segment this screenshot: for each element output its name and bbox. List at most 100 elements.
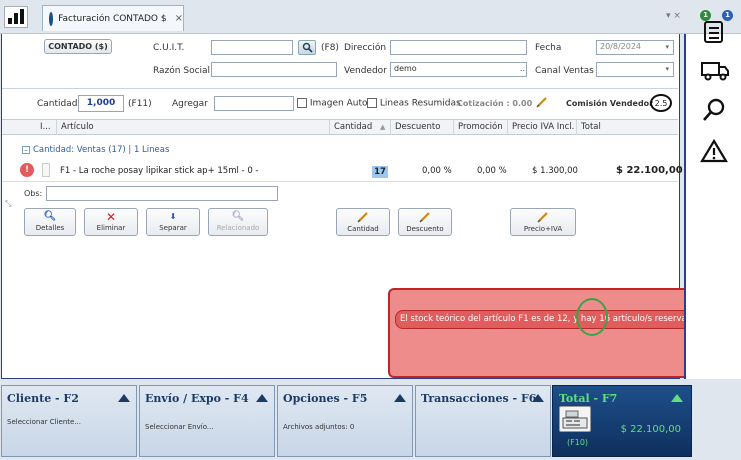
precio-iva-edit-label: Precio+IVA [523,225,563,233]
pencil-icon [537,212,548,223]
comision-vendedor-value[interactable]: 2.5 [650,94,672,112]
vendedor-value: demo [394,64,417,73]
total-panel[interactable]: Total - F7 (F10) $ 22.100,00 [552,385,692,457]
row-descuento: 0,00 % [422,166,452,176]
warning-icon[interactable]: ! [20,163,34,177]
canal-ventas-label: Canal Ventas [535,66,594,76]
expand-up-icon[interactable] [256,394,268,402]
separar-button[interactable]: ⬇ Separar [146,208,200,236]
cantidad-edit-button[interactable]: Cantidad [336,208,390,236]
direccion-label: Dirección [344,43,387,53]
thumbnail-icon [42,163,50,177]
group-label: Cantidad: Ventas (17) | 1 Lineas [33,145,170,155]
relacionado-button[interactable]: 🔍︎ Relacionado [208,208,268,236]
contado-button[interactable]: CONTADO ($) [44,39,112,54]
row-cantidad[interactable]: 17 [372,166,388,178]
row-precio: $ 1.300,00 [532,166,578,176]
group-row[interactable]: – Cantidad: Ventas (17) | 1 Lineas [22,145,169,155]
checkbox-box[interactable] [297,98,307,108]
search-cuit-button[interactable] [298,40,316,55]
collapse-icon[interactable]: – [22,146,30,154]
tab-close-icon[interactable]: × [175,13,183,24]
razon-social-label: Razón Social [153,66,211,76]
lineas-resumidas-checkbox[interactable]: Lineas Resumidas [367,98,461,109]
expand-up-icon[interactable] [394,394,406,402]
vendedor-input[interactable]: demo .. [390,62,527,77]
transacciones-panel[interactable]: Transacciones - F6 [415,385,551,457]
canal-ventas-select[interactable]: ▾ [596,62,674,77]
precio-iva-edit-button[interactable]: Precio+IVA [510,208,576,236]
tab-facturacion[interactable]: Facturación CONTADO $ × [42,5,184,31]
delete-x-icon: ✕ [105,210,117,224]
cantidad-label: Cantidad [37,99,78,109]
bar-chart-icon[interactable] [4,6,28,28]
imagen-auto-checkbox[interactable]: Imagen Auto [297,98,368,109]
divider [2,88,678,89]
total-title: Total - F7 [559,392,618,405]
col-descuento[interactable]: Descuento [390,120,440,135]
cursor-highlight [576,298,608,336]
fecha-label: Fecha [535,43,562,53]
col-total[interactable]: Total [576,120,601,135]
cuit-input[interactable] [211,40,293,55]
warning-triangle-icon[interactable] [700,138,728,169]
cliente-panel[interactable]: Cliente - F2 Seleccionar Cliente... [1,385,137,457]
checklist-icon[interactable] [700,18,726,49]
expand-up-icon[interactable] [671,394,683,402]
col-articulo[interactable]: Artículo [56,120,94,135]
opciones-sub: Archivos adjuntos: 0 [283,423,355,431]
cantidad-edit-label: Cantidad [347,225,379,233]
col-promocion[interactable]: Promoción [453,120,503,135]
cash-register-icon[interactable] [559,406,591,432]
col-icon[interactable]: I... [36,120,51,135]
fecha-picker[interactable]: 20/8/2024 ▾ [596,40,674,55]
fecha-value: 20/8/2024 [600,42,642,51]
col-cantidad[interactable]: Cantidad ▲ [329,120,389,135]
comision-vendedor-label: Comisión Vendedor [566,99,654,108]
descuento-edit-label: Descuento [406,225,444,233]
agregar-input[interactable] [214,96,294,111]
notification-badge-blue: 1 [722,10,733,21]
obs-input[interactable] [46,186,278,201]
error-message: El stock teórico del artículo F1 es de 1… [395,310,707,329]
cliente-title: Cliente - F2 [7,392,79,405]
total-value: $ 22.100,00 [620,424,681,435]
envio-title: Envío / Expo - F4 [145,392,249,405]
tab-controls[interactable]: ▾ × [666,11,681,21]
transacciones-title: Transacciones - F6 [421,392,537,405]
pencil-icon[interactable] [536,96,548,111]
f10-hint: (F10) [567,438,589,447]
chevron-down-icon: ▾ [665,43,669,51]
col-cantidad-label: Cantidad [334,122,373,132]
razon-social-input[interactable] [211,62,337,77]
notification-badge-green: 1 [700,10,711,21]
tab-title: Facturación CONTADO $ [58,13,167,24]
resize-handle-icon[interactable]: ⤡ [5,199,11,209]
lineas-resumidas-label: Lineas Resumidas [379,98,461,109]
f8-hint: (F8) [321,43,339,53]
eliminar-button[interactable]: ✕ Eliminar [84,208,138,236]
sort-up-icon: ▲ [380,123,386,131]
detalles-button[interactable]: 🔍︎ Detalles [24,208,76,236]
direccion-input[interactable] [390,40,527,55]
cotizacion-text: Cotización : 0.00 [457,99,533,108]
opciones-panel[interactable]: Opciones - F5 Archivos adjuntos: 0 [277,385,413,457]
envio-panel[interactable]: Envío / Expo - F4 Seleccionar Envío... [139,385,275,457]
relacionado-label: Relacionado [216,224,260,232]
vendedor-more[interactable]: .. [520,64,525,73]
cantidad-input[interactable]: 1,000 [78,95,124,112]
pencil-icon [419,212,430,223]
pencil-icon [357,212,368,223]
cuit-label: C.U.I.T. [153,43,185,53]
col-precio[interactable]: Precio IVA Incl. [507,120,574,135]
chevron-down-icon: ▾ [665,65,669,73]
descuento-edit-button[interactable]: Descuento [398,208,452,236]
opciones-title: Opciones - F5 [283,392,368,405]
expand-up-icon[interactable] [532,394,544,402]
delivery-truck-icon[interactable] [700,58,730,87]
expand-up-icon[interactable] [118,394,130,402]
stock-error-popup: × El stock teórico del artículo F1 es de… [388,288,707,378]
search-icon[interactable] [700,96,728,129]
document-icon [49,11,54,26]
checkbox-box[interactable] [367,98,377,108]
